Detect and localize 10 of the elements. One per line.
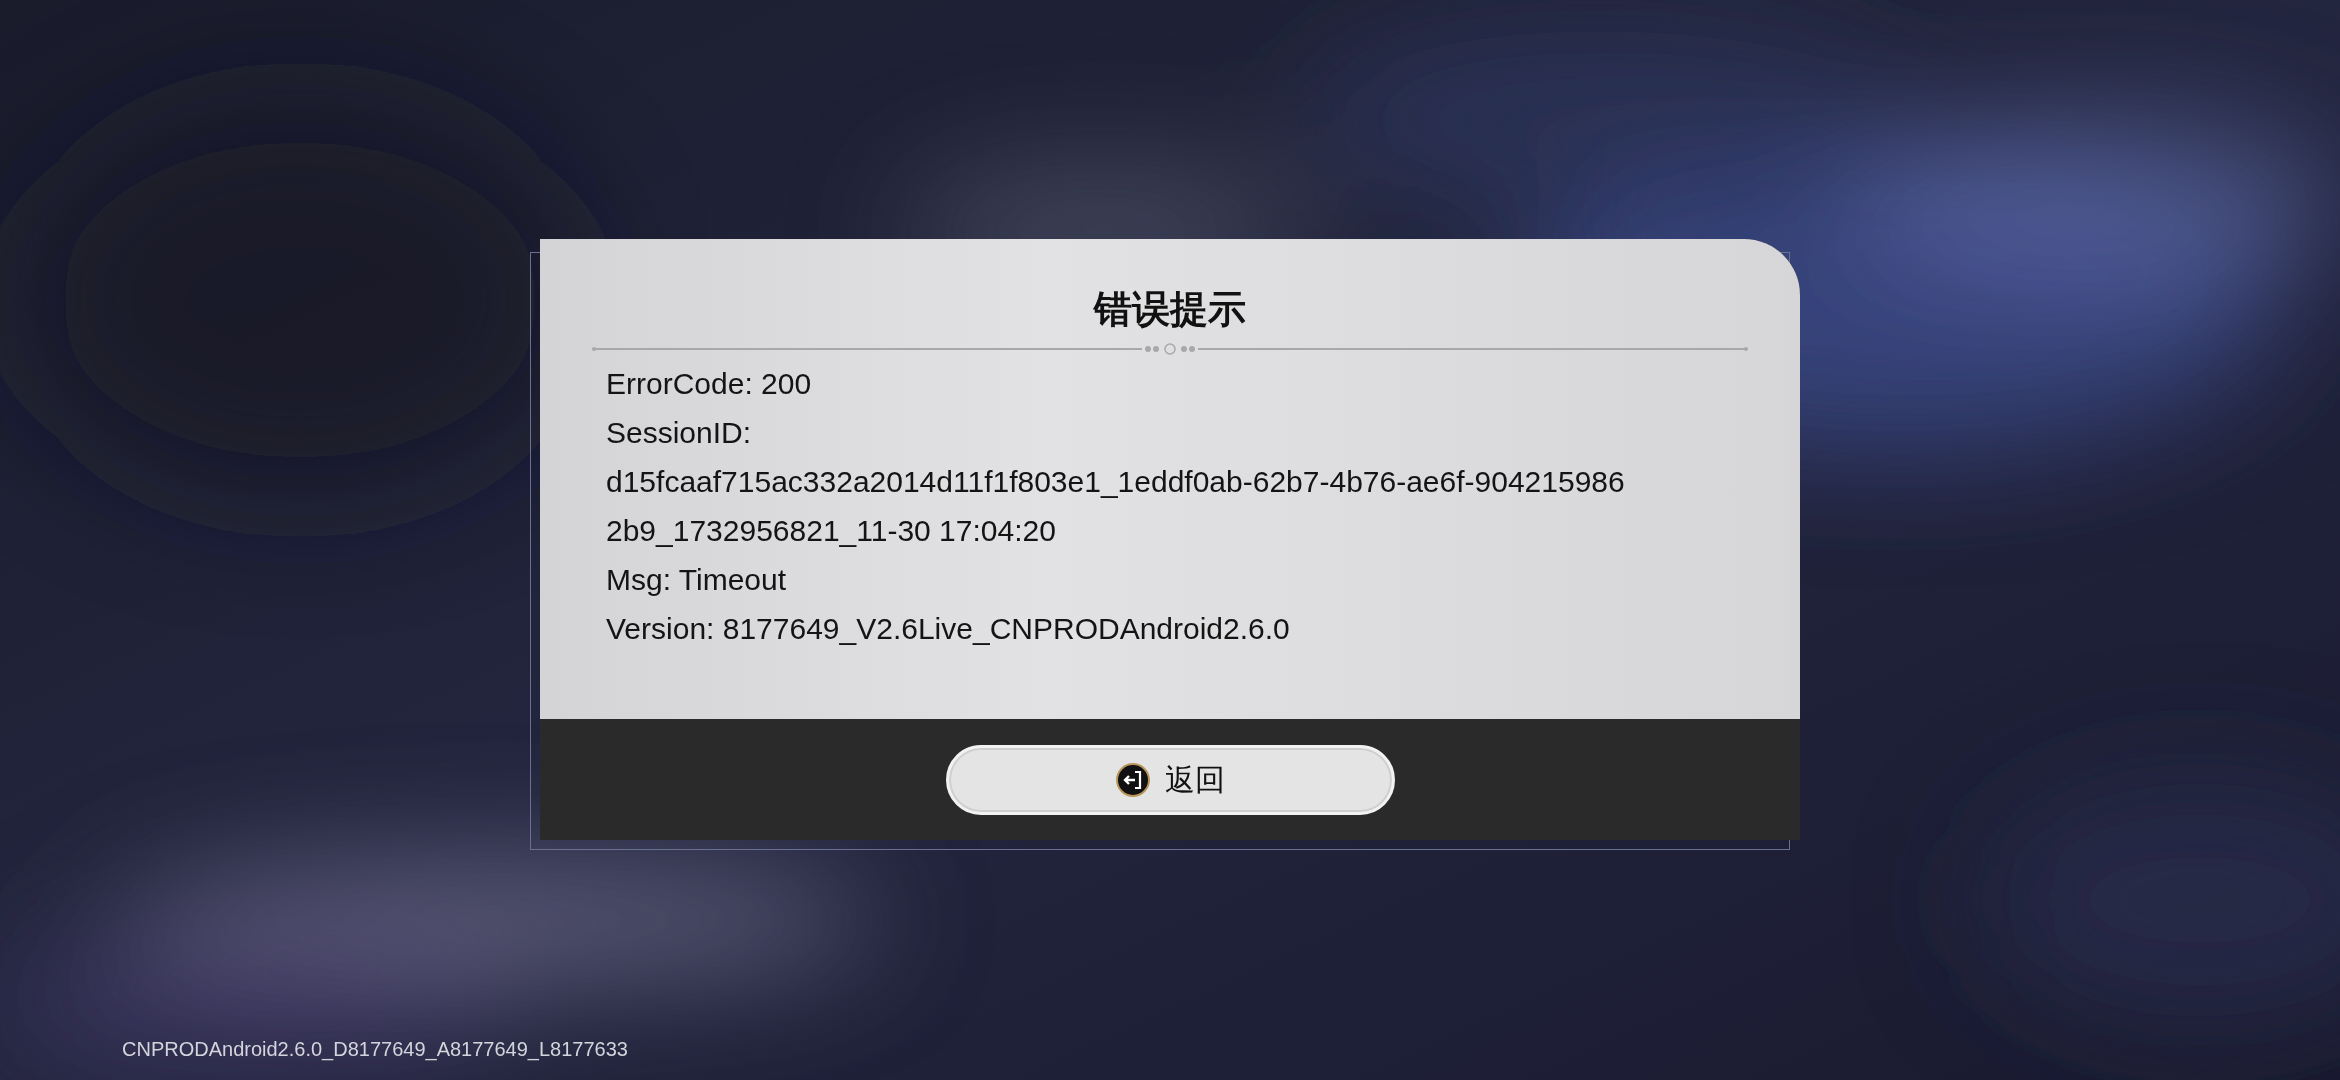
error-detail-text: d15fcaaf715ac332a2014d11f1f803e1_1eddf0ab-62b7-4b76-ae6f-904215986 <box>606 464 1625 500</box>
error-detail-text: ErrorCode: 200 <box>606 366 812 402</box>
build-info-text: CNPRODAndroid2.6.0_D8177649_A8177649_L8177633 <box>122 1037 628 1063</box>
dialog-title: 错误提示 <box>1094 287 1246 332</box>
error-detail-text: SessionID: <box>606 415 752 451</box>
exit-icon <box>1115 761 1151 798</box>
back-button[interactable]: 返回 <box>945 744 1395 815</box>
error-detail-text: Msg: Timeout <box>606 562 787 598</box>
error-detail-text: 2b9_1732956821_11-30 17:04:20 <box>606 513 1056 549</box>
error-detail-text: Version: 8177649_V2.6Live_CNPRODAndroid2.6.0 <box>606 611 1290 647</box>
